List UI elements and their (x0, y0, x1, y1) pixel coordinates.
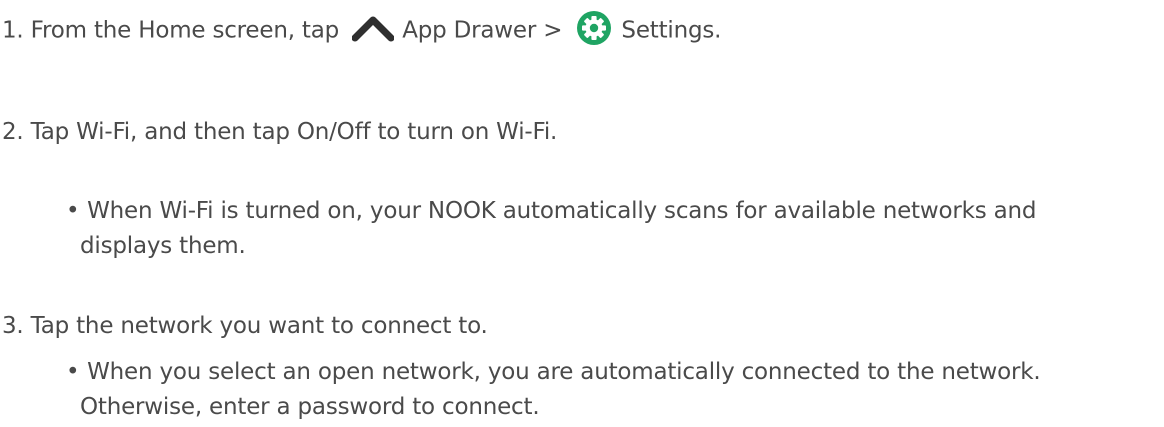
step-2-bullet-line-2: displays them. (80, 233, 246, 259)
step-3-bullet-continuation: Otherwise, enter a password to connect. (80, 392, 540, 423)
step-2-number: 2. (2, 119, 24, 145)
app-drawer-label: App Drawer > (402, 17, 563, 44)
step-3-bullet: • When you select an open network, you a… (66, 357, 1041, 388)
instructions-document: 1. From the Home screen, tap App Drawer … (0, 0, 1164, 427)
step-2-bullet-line-1: When Wi-Fi is turned on, your NOOK autom… (87, 198, 1037, 224)
step-1: 1. From the Home screen, tap App Drawer … (2, 11, 722, 48)
step-1-number: 1. (2, 17, 24, 44)
chevron-up-icon (351, 16, 395, 42)
step-2-bullet-continuation: displays them. (80, 231, 246, 262)
step-3-bullet-line-1: When you select an open network, you are… (87, 359, 1041, 385)
step-3-bullet-line-2: Otherwise, enter a password to connect. (80, 394, 540, 420)
bullet-dot: • (66, 359, 80, 385)
step-3-text: Tap the network you want to connect to. (30, 313, 488, 339)
settings-gear-icon (577, 11, 612, 45)
settings-label: Settings. (621, 17, 722, 44)
step-3: 3. Tap the network you want to connect t… (2, 311, 488, 342)
step-1-text: From the Home screen, tap (30, 17, 340, 44)
bullet-dot: • (66, 198, 80, 224)
step-3-number: 3. (2, 313, 24, 339)
step-2-bullet: • When Wi-Fi is turned on, your NOOK aut… (66, 196, 1036, 227)
step-2-text: Tap Wi-Fi, and then tap On/Off to turn o… (30, 119, 558, 145)
step-2: 2. Tap Wi-Fi, and then tap On/Off to tur… (2, 117, 557, 148)
